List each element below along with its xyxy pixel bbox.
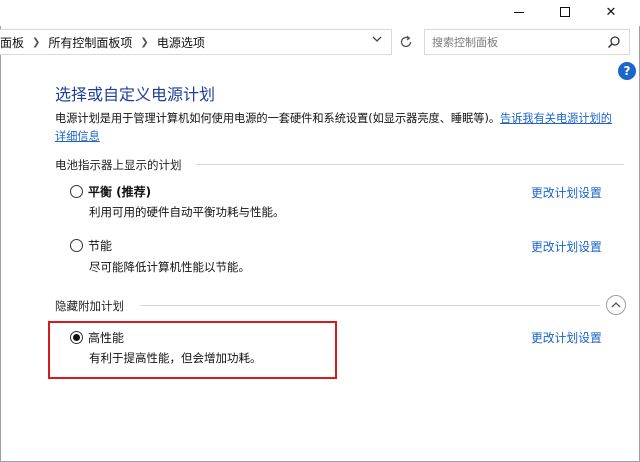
highlight-box [48, 321, 337, 379]
section-header-hidden: 隐藏附加计划 [55, 299, 124, 313]
title-bar: ✕ [0, 0, 640, 26]
breadcrumb-item-power-options[interactable]: 电源选项 [157, 34, 205, 51]
window-frame [0, 0, 640, 462]
change-plan-settings-power-saver[interactable]: 更改计划设置 [531, 238, 602, 255]
breadcrumb-separator-icon[interactable]: ❯ [32, 37, 40, 48]
radio-power-saver[interactable] [70, 239, 83, 252]
plan-balanced[interactable]: 平衡 (推荐) [70, 183, 151, 200]
description-text: 电源计划是用于管理计算机如何使用电源的一套硬件和系统设置(如显示器亮度、睡眠等)… [55, 112, 501, 125]
maximize-button[interactable] [542, 0, 588, 24]
search-icon[interactable] [607, 35, 621, 49]
maximize-icon [560, 7, 570, 17]
close-icon: ✕ [605, 4, 617, 20]
radio-balanced[interactable] [70, 185, 83, 198]
page-title: 选择或自定义电源计划 [55, 85, 216, 104]
breadcrumb-item-all-items[interactable]: 所有控制面板项 [48, 34, 132, 51]
address-bar[interactable]: 面板 ❯ 所有控制面板项 ❯ 电源选项 [0, 29, 392, 55]
collapse-section-button[interactable] [606, 295, 626, 315]
refresh-icon [400, 35, 412, 48]
minimize-icon [514, 11, 524, 13]
change-plan-settings-high-performance[interactable]: 更改计划设置 [531, 329, 602, 346]
change-plan-settings-balanced[interactable]: 更改计划设置 [531, 184, 602, 201]
close-button[interactable]: ✕ [588, 0, 634, 24]
breadcrumb-item-control-panel[interactable]: 面板 [0, 34, 24, 51]
plan-power-saver[interactable]: 节能 [70, 237, 112, 254]
plan-power-saver-label: 节能 [88, 239, 113, 253]
plan-balanced-label: 平衡 (推荐) [88, 185, 152, 199]
chevron-down-icon[interactable] [372, 34, 382, 47]
page-description: 电源计划是用于管理计算机如何使用电源的一套硬件和系统设置(如显示器亮度、睡眠等)… [55, 110, 621, 146]
help-icon[interactable]: ? [618, 62, 636, 80]
search-box [424, 29, 630, 55]
breadcrumb: 面板 ❯ 所有控制面板项 ❯ 电源选项 [0, 30, 205, 54]
plan-balanced-desc: 利用可用的硬件自动平衡功耗与性能。 [89, 205, 285, 219]
section-divider [140, 305, 600, 306]
search-input[interactable] [432, 31, 602, 53]
refresh-button[interactable] [394, 29, 418, 55]
breadcrumb-separator-icon[interactable]: ❯ [140, 37, 148, 48]
section-divider [196, 164, 624, 165]
plan-power-saver-desc: 尽可能降低计算机性能以节能。 [89, 260, 250, 274]
address-row: 面板 ❯ 所有控制面板项 ❯ 电源选项 [0, 29, 640, 55]
section-header-battery: 电池指示器上显示的计划 [55, 158, 182, 172]
chevron-up-icon [611, 302, 621, 308]
minimize-button[interactable] [496, 0, 542, 24]
